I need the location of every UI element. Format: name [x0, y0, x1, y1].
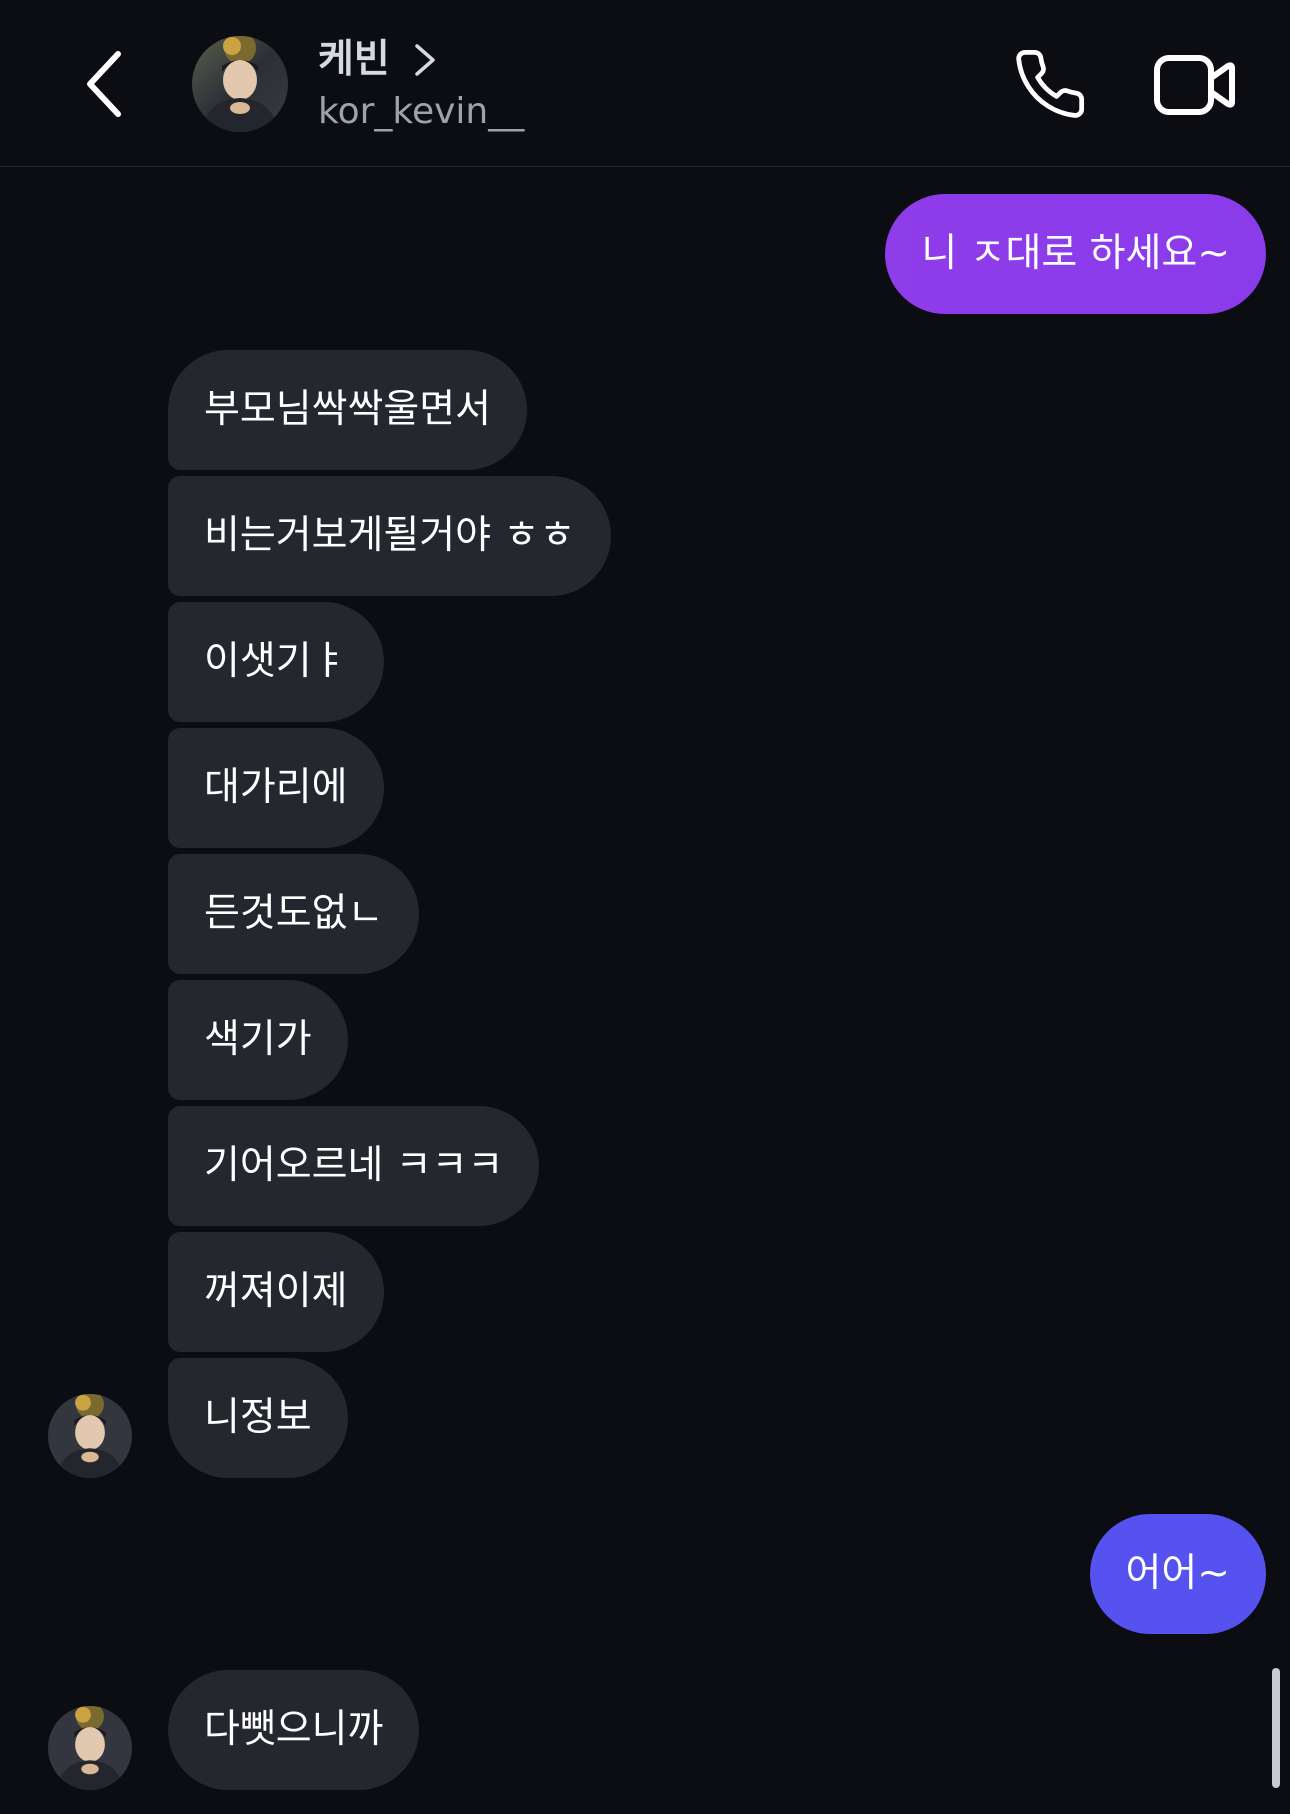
message-bubble-incoming[interactable]: 색기가: [168, 980, 348, 1100]
contact-handle: kor_kevin__: [318, 91, 525, 132]
scrollbar[interactable]: [1272, 1668, 1280, 1788]
contact-name: 케빈: [318, 37, 390, 82]
message-bubble-incoming[interactable]: 이샛기ㅑ: [168, 602, 384, 722]
contact-title[interactable]: 케빈 kor_kevin__: [318, 34, 524, 136]
chevron-right-icon: [415, 44, 435, 76]
message-bubble-incoming[interactable]: 비는거보게될거야 ㅎㅎ: [168, 476, 612, 596]
avatar-image: [48, 1394, 132, 1478]
message-bubble-incoming[interactable]: 부모님싹싹울면서: [168, 350, 528, 470]
message-bubble-incoming[interactable]: 다뺏으니까: [168, 1670, 420, 1790]
message-bubble-outgoing[interactable]: 니 ㅈ대로 하세요~: [885, 194, 1266, 314]
message-bubble-incoming[interactable]: 든것도없ㄴ: [168, 854, 420, 974]
contact-avatar[interactable]: [192, 36, 288, 132]
message-bubble-incoming[interactable]: 꺼져이제: [168, 1232, 384, 1352]
sender-avatar[interactable]: [48, 1394, 132, 1478]
video-camera-icon: [1154, 55, 1235, 115]
back-button[interactable]: [74, 44, 138, 124]
message-bubble-incoming[interactable]: 기어오르네 ㅋㅋㅋ: [168, 1106, 540, 1226]
chevron-left-icon: [87, 51, 121, 117]
video-call-button[interactable]: [1152, 48, 1236, 122]
message-bubble-incoming[interactable]: 니정보: [168, 1358, 348, 1478]
call-button[interactable]: [1012, 46, 1088, 122]
sender-avatar[interactable]: [48, 1706, 132, 1790]
avatar-image: [48, 1706, 132, 1790]
message-bubble-incoming[interactable]: 대가리에: [168, 728, 384, 848]
chat-header: 케빈 kor_kevin__: [0, 0, 1290, 167]
phone-icon: [1016, 49, 1085, 118]
message-bubble-outgoing[interactable]: 어어~: [1089, 1514, 1266, 1634]
avatar-image: [192, 36, 288, 132]
